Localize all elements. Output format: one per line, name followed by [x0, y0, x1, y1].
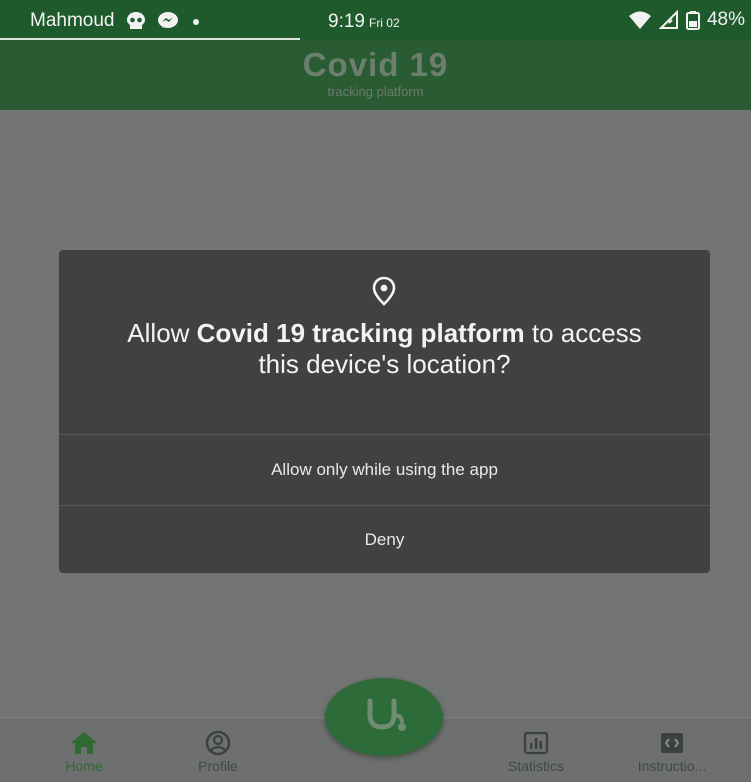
deny-button[interactable]: Deny	[59, 506, 710, 573]
status-battery: 48%	[706, 9, 745, 30]
status-clock: 9:19 Fri 02	[328, 11, 400, 33]
location-permission-dialog: Allow Covid 19 tracking platform to acce…	[59, 250, 710, 573]
signal-icon	[658, 10, 678, 29]
app-subtitle: tracking platform	[327, 84, 424, 99]
nav-item-statistics[interactable]: Statistics	[476, 718, 596, 782]
stethoscope-icon	[367, 698, 406, 731]
location-pin-icon	[372, 276, 396, 306]
status-time: 9:19	[328, 11, 365, 32]
statistics-icon	[523, 731, 549, 755]
status-carrier: Mahmoud	[30, 10, 115, 31]
nav-label-instructions: Instructio...	[637, 758, 707, 774]
skull-icon	[126, 12, 145, 29]
status-day: Fri 02	[368, 16, 400, 30]
instructions-icon	[661, 733, 683, 753]
status-bar: Mahmoud 9:19 Fri 02 48%	[0, 0, 751, 40]
dot-icon	[192, 19, 199, 25]
home-icon	[71, 732, 97, 754]
allow-while-using-button[interactable]: Allow only while using the app	[59, 435, 710, 505]
stethoscope-fab[interactable]	[325, 678, 443, 756]
dialog-message-app: Covid 19 tracking platform	[196, 318, 525, 348]
nav-label-statistics: Statistics	[507, 758, 564, 774]
app-title: Covid 19	[302, 46, 449, 83]
dialog-message-prefix: Allow	[127, 318, 197, 348]
nav-label-profile: Profile	[198, 758, 238, 774]
profile-icon	[205, 730, 231, 756]
dialog-message: Allow Covid 19 tracking platform to acce…	[119, 318, 650, 380]
wifi-icon	[628, 11, 651, 29]
status-right: 48%	[628, 9, 745, 31]
nav-item-home[interactable]: Home	[24, 718, 144, 782]
messenger-icon	[157, 12, 178, 28]
battery-icon	[685, 11, 700, 30]
nav-item-profile[interactable]: Profile	[158, 718, 278, 782]
app-header: Covid 19 tracking platform	[0, 40, 751, 110]
nav-label-home: Home	[65, 758, 103, 774]
status-left: Mahmoud	[30, 10, 203, 32]
nav-item-instructions[interactable]: Instructio...	[612, 718, 732, 782]
